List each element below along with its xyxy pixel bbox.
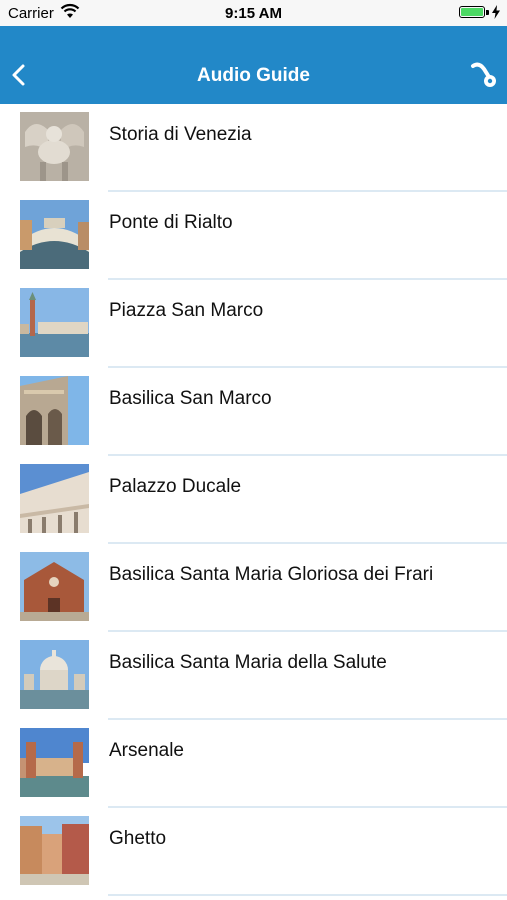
battery-tip [486, 10, 489, 15]
row-divider [108, 894, 507, 896]
list-item[interactable]: Piazza San Marco [0, 280, 507, 368]
list-item[interactable]: Arsenale [0, 720, 507, 808]
navigation-bar: Audio Guide [0, 26, 507, 104]
page-title: Audio Guide [197, 65, 310, 86]
thumbnail-image [20, 200, 89, 269]
list-item[interactable]: Storia di Venezia [0, 104, 507, 192]
list-item-label: Palazzo Ducale [109, 476, 242, 497]
thumbnail-image [20, 640, 89, 709]
list-item-label: Basilica San Marco [109, 388, 272, 409]
clock: 9:15 AM [225, 5, 282, 22]
list-item[interactable]: Basilica Santa Maria Gloriosa dei Frari [0, 544, 507, 632]
charging-icon [492, 5, 500, 19]
list-item[interactable]: Ponte di Rialto [0, 192, 507, 280]
headset-icon[interactable] [469, 60, 497, 90]
list-item-label: Piazza San Marco [109, 300, 264, 321]
list-item-label: Ponte di Rialto [109, 212, 233, 233]
list-item[interactable]: Basilica San Marco [0, 368, 507, 456]
list-item-label: Arsenale [109, 740, 184, 761]
thumbnail-image [20, 376, 89, 445]
battery-icon [459, 6, 485, 18]
list-item[interactable]: Palazzo Ducale [0, 456, 507, 544]
list-item[interactable]: Ghetto [0, 808, 507, 896]
list-item-label: Ghetto [109, 828, 167, 849]
list-item-label: Basilica Santa Maria della Salute [109, 652, 387, 673]
list-item-label: Storia di Venezia [109, 124, 252, 145]
thumbnail-image [20, 552, 89, 621]
list-item-label: Basilica Santa Maria Gloriosa dei Frari [109, 564, 434, 585]
thumbnail-image [20, 288, 89, 357]
thumbnail-image [20, 816, 89, 885]
list-item[interactable]: Basilica Santa Maria della Salute [0, 632, 507, 720]
thumbnail-image [20, 728, 89, 797]
audio-guide-list: Storia di Venezia Ponte di Rialto Piazza… [0, 104, 507, 896]
thumbnail-image [20, 112, 89, 181]
thumbnail-image [20, 464, 89, 533]
status-bar: Carrier 9:15 AM [0, 0, 507, 26]
